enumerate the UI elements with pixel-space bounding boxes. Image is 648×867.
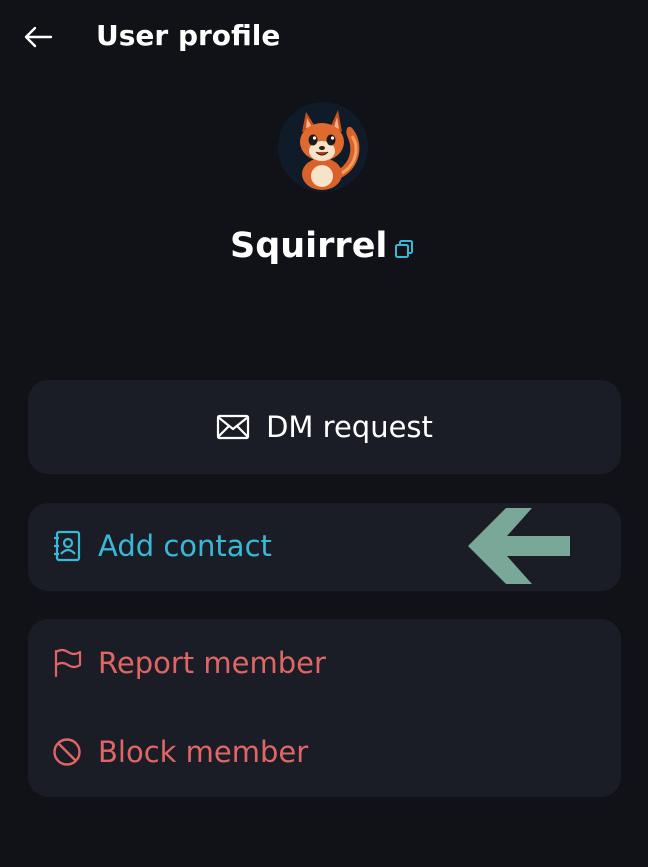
report-member-label: Report member <box>98 646 326 680</box>
squirrel-avatar-image <box>278 102 368 192</box>
report-member-button[interactable]: Report member <box>52 646 326 680</box>
dm-request-label: DM request <box>266 410 433 444</box>
envelope-icon <box>216 414 250 440</box>
username-row: Squirrel <box>0 222 648 272</box>
copy-icon <box>393 238 415 260</box>
block-member-button[interactable]: Block member <box>52 735 308 769</box>
add-contact-label: Add contact <box>98 529 272 563</box>
contact-book-icon <box>52 530 82 562</box>
annotation-arrow-icon <box>466 506 572 586</box>
add-contact-button[interactable]: Add contact <box>52 529 272 563</box>
page-title: User profile <box>96 19 281 52</box>
moderation-card: Report member Block member <box>28 619 621 797</box>
block-icon <box>52 737 82 767</box>
arrow-left-icon <box>23 26 53 48</box>
username: Squirrel <box>230 226 388 266</box>
header: User profile <box>0 0 648 80</box>
copy-username-button[interactable] <box>391 236 417 262</box>
avatar <box>278 102 368 192</box>
dm-request-button[interactable]: DM request <box>28 380 621 474</box>
block-member-label: Block member <box>98 735 309 769</box>
back-button[interactable] <box>18 22 58 52</box>
flag-icon <box>52 648 82 678</box>
